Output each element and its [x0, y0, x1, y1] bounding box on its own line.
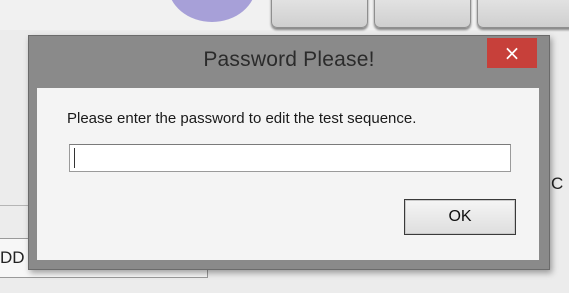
dialog-titlebar[interactable]: Password Please! ×: [29, 36, 549, 86]
dialog-title: Password Please!: [203, 48, 375, 71]
password-input[interactable]: [69, 144, 511, 172]
close-icon: ×: [503, 41, 521, 65]
dialog-body: Please enter the password to edit the te…: [37, 88, 539, 260]
background-right-label: C: [551, 174, 564, 193]
background-button-2[interactable]: [374, 0, 471, 28]
background-button-3[interactable]: [477, 0, 569, 28]
password-dialog: Password Please! × Please enter the pass…: [28, 35, 550, 270]
background-left-label: DD: [0, 248, 25, 267]
ok-button[interactable]: OK: [404, 199, 516, 235]
password-prompt: Please enter the password to edit the te…: [67, 110, 417, 127]
background-divider: [0, 205, 30, 206]
text-caret: [74, 148, 75, 168]
background-button-1[interactable]: [271, 0, 368, 28]
close-button[interactable]: ×: [487, 38, 537, 68]
